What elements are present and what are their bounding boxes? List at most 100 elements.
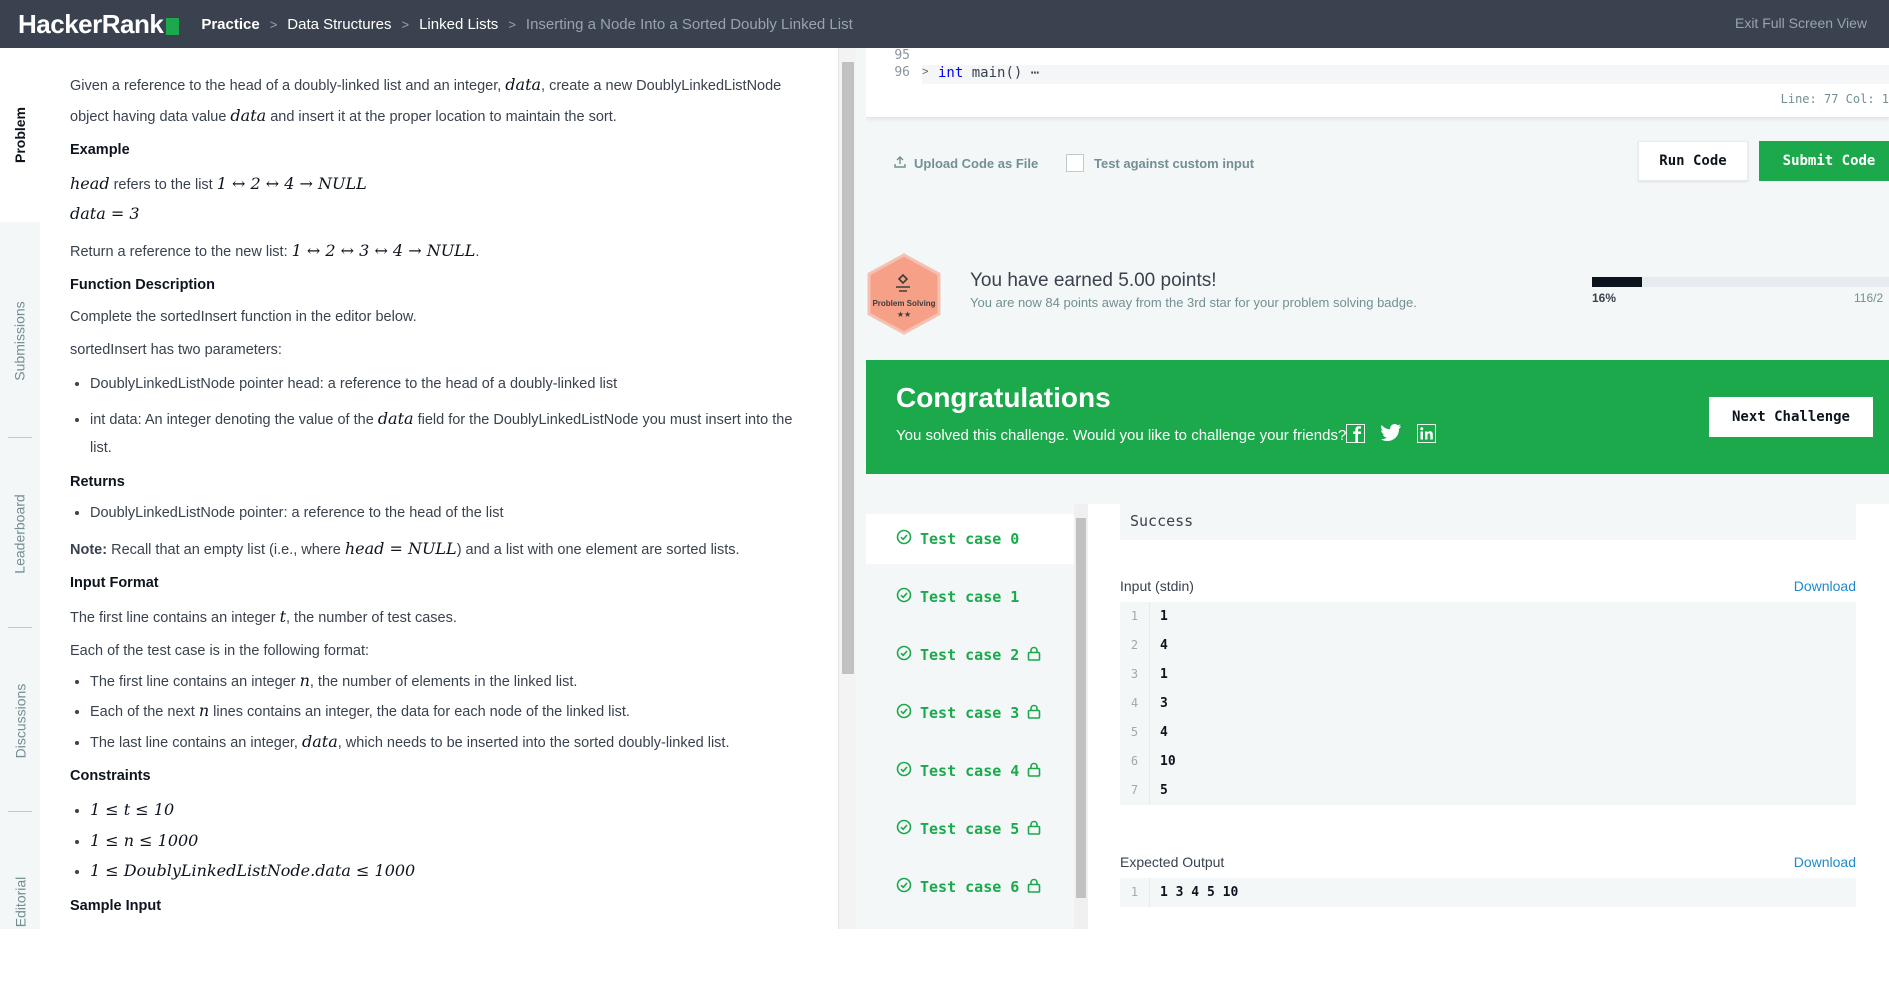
io-line: 1 1 3 4 5 10 [1120, 878, 1856, 907]
math-var: head [70, 173, 110, 193]
custom-input-checkbox[interactable]: Test against custom input [1066, 154, 1254, 172]
breadcrumb-data-structures[interactable]: Data Structures [287, 16, 391, 33]
logo[interactable]: HackerRank [18, 9, 180, 40]
text: Each of the next [90, 704, 199, 721]
testcase-item[interactable]: Test case 0 [866, 514, 1074, 564]
checkbox-label: Test against custom input [1094, 155, 1255, 171]
tab-editorial[interactable]: Editorial [0, 820, 40, 984]
tab-label: Problem [12, 106, 29, 164]
breadcrumb-practice[interactable]: Practice [201, 16, 259, 33]
format-list: The first line contains an integer n, th… [90, 666, 808, 758]
problem-scrollbar[interactable] [838, 48, 856, 929]
pane-splitter[interactable] [856, 48, 866, 929]
math-expr: 1 ≤ n ≤ 1000 [90, 830, 199, 850]
check-circle-icon [896, 761, 912, 781]
constraints-list: 1 ≤ t ≤ 10 1 ≤ n ≤ 1000 1 ≤ DoublyLinked… [90, 795, 808, 887]
testcase-item[interactable]: Test case 6 [866, 862, 1074, 912]
math-var: n [299, 670, 310, 690]
io-line-value: 4 [1160, 638, 1168, 653]
testcase-item[interactable]: Test case 1 [866, 572, 1074, 622]
check-circle-icon [896, 819, 912, 839]
io-line-number: 1 [1120, 878, 1150, 907]
testcase-label: Test case 3 [920, 704, 1020, 722]
code-keyword: int [938, 65, 964, 81]
badge-label: Problem Solving [872, 299, 936, 308]
tab-submissions[interactable]: Submissions [0, 266, 40, 416]
math-expr: 1 ≤ DoublyLinkedListNode.data ≤ 1000 [90, 861, 416, 881]
badge-stars: ★★ [896, 310, 912, 319]
tab-discussions[interactable]: Discussions [0, 636, 40, 806]
chevron-right-icon: > [508, 16, 516, 32]
fold-arrow-icon[interactable]: > [922, 66, 928, 78]
io-line-number: 5 [1120, 718, 1150, 747]
code-editor[interactable]: 95 96 > int main() ⋯ Line: 77 Col: 1 [866, 48, 1889, 118]
checkbox[interactable] [1066, 154, 1084, 172]
text: refers to the list [109, 176, 217, 193]
linkedin-icon[interactable] [1417, 424, 1436, 443]
input-box: 1 1 2 4 3 1 4 3 5 4 6 10 7 5 [1120, 602, 1856, 805]
chevron-right-icon: > [269, 16, 278, 32]
param-item: int data: An integer denoting the value … [90, 404, 808, 462]
social-share [1346, 424, 1436, 443]
io-line: 43 [1120, 689, 1856, 718]
constraint-item: 1 ≤ n ≤ 1000 [90, 826, 808, 857]
horizontal-drag-handle[interactable] [866, 476, 1889, 490]
tab-problem[interactable]: Problem [0, 48, 40, 222]
progress-percent: 16% [1592, 291, 1617, 305]
facebook-icon[interactable] [1346, 424, 1365, 443]
testcase-item[interactable]: Test case 3 [866, 688, 1074, 738]
testcase-item[interactable]: Test case 5 [866, 804, 1074, 854]
upload-icon [894, 156, 906, 171]
testcase-item[interactable]: Test case 2 [866, 630, 1074, 680]
run-code-button[interactable]: Run Code [1638, 141, 1748, 181]
editor-pane: 95 96 > int main() ⋯ Line: 77 Col: 1 Upl… [866, 48, 1889, 929]
testcase-label: Test case 1 [920, 588, 1020, 606]
math-var: n [198, 701, 210, 721]
scrollbar-thumb[interactable] [1076, 518, 1086, 898]
testcase-scrollbar[interactable] [1074, 504, 1088, 929]
twitter-icon[interactable] [1381, 424, 1401, 443]
io-line-number: 1 [1120, 602, 1150, 631]
params-intro: sortedInsert has two parameters: [70, 342, 282, 359]
logo-mark [166, 17, 180, 35]
congrats-banner: Congratulations You solved this challeng… [866, 360, 1889, 474]
math-var: data [377, 409, 414, 429]
download-input-link[interactable]: Download [1794, 578, 1856, 594]
next-challenge-button[interactable]: Next Challenge [1709, 397, 1873, 437]
scrollbar-thumb[interactable] [842, 62, 854, 674]
problem-solving-badge: Problem Solving ★★ [866, 253, 942, 335]
breadcrumb: Practice > Data Structures > Linked List… [201, 16, 852, 33]
breadcrumb-linked-lists[interactable]: Linked Lists [419, 16, 498, 33]
returns-list: DoublyLinkedListNode pointer: a referenc… [90, 500, 808, 528]
text: Recall that an empty list (i.e., where [107, 541, 345, 558]
io-line-number: 2 [1120, 631, 1150, 660]
active-line [922, 65, 1889, 84]
testcase-list: Test case 0 Test case 1 Test case 2 Test ca… [866, 504, 1074, 929]
testcase-label: Test case 6 [920, 878, 1020, 896]
text: and insert it at the proper location to … [266, 108, 617, 125]
submit-code-button[interactable]: Submit Code [1759, 141, 1889, 181]
chevron-right-icon: > [401, 16, 410, 32]
function-desc: Complete the sortedInsert function in th… [70, 308, 417, 325]
math-expr: 1 ≤ t ≤ 10 [90, 800, 175, 820]
text: , the number of elements in the linked l… [309, 673, 578, 690]
constraint-item: 1 ≤ DoublyLinkedListNode.data ≤ 1000 [90, 856, 808, 887]
io-line-value: 3 [1160, 696, 1168, 711]
note: Note: Recall that an empty list (i.e., w… [70, 534, 808, 565]
sample-heading: Sample Input [70, 897, 162, 914]
tab-label: Editorial [12, 876, 28, 928]
function-heading: Function Description [70, 277, 215, 294]
testcase-label: Test case 4 [920, 762, 1020, 780]
math-var: data [302, 731, 338, 751]
io-line-number: 7 [1120, 776, 1150, 805]
io-line-number: 3 [1120, 660, 1150, 689]
download-expected-link[interactable]: Download [1794, 854, 1856, 870]
constraints-heading: Constraints [70, 768, 151, 785]
tab-leaderboard[interactable]: Leaderboard [0, 446, 40, 622]
testcase-item[interactable]: Test case 4 [866, 746, 1074, 796]
upload-button[interactable]: Upload Code as File [894, 156, 1038, 171]
breadcrumb-current: Inserting a Node Into a Sorted Doubly Li… [525, 15, 853, 33]
progress-points: 116/2 [1854, 291, 1884, 305]
expected-label: Expected Output [1120, 854, 1225, 870]
exit-fullscreen-link[interactable]: Exit Full Screen View [1735, 15, 1867, 31]
